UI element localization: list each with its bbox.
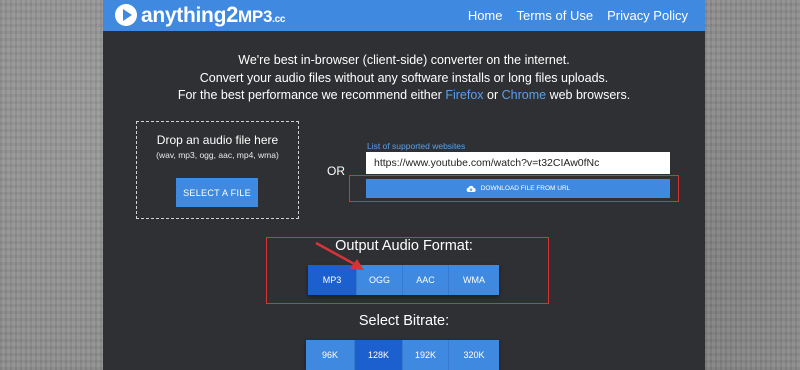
download-highlight-box <box>349 175 679 202</box>
intro-line-3-prefix: For the best performance we recommend ei… <box>177 88 442 102</box>
logo-number: 2 <box>226 2 239 27</box>
intro-line-3: For the best performance we recommend ei… <box>103 87 705 105</box>
select-file-button[interactable]: SELECT A FILE <box>176 178 258 207</box>
bitrate-128k-button[interactable]: 128K <box>354 340 402 370</box>
navbar: anything2MP3.cc Home Terms of Use Privac… <box>103 0 705 31</box>
file-dropzone[interactable]: Drop an audio file here (wav, mp3, ogg, … <box>136 121 299 219</box>
red-arrow-icon <box>315 241 364 270</box>
supported-websites-link[interactable]: List of supported websites <box>367 141 465 151</box>
url-input[interactable] <box>366 152 670 174</box>
play-circle-icon <box>115 4 137 26</box>
or-label: OR <box>327 164 345 178</box>
bitrate-320k-button[interactable]: 320K <box>448 340 499 370</box>
chrome-link[interactable]: Chrome <box>502 88 546 102</box>
intro-line-1: We're best in-browser (client-side) conv… <box>238 53 570 67</box>
intro-line-3-suffix: web browsers. <box>549 88 631 102</box>
logo-main: anything <box>141 4 227 27</box>
nav-privacy-link[interactable]: Privacy Policy <box>607 8 688 23</box>
bitrate-96k-button[interactable]: 96K <box>306 340 354 370</box>
bitrate-title: Select Bitrate: <box>358 313 450 329</box>
intro-line-2: Convert your audio files without any sof… <box>199 70 609 85</box>
firefox-link[interactable]: Firefox <box>445 88 483 102</box>
nav-terms-link[interactable]: Terms of Use <box>517 8 594 23</box>
dropzone-title: Drop an audio file here <box>156 133 279 147</box>
intro-text: We're best in-browser (client-side) conv… <box>103 52 705 105</box>
dropzone-formats: (wav, mp3, ogg, aac, mp4, wma) <box>156 150 279 160</box>
nav-links: Home Terms of Use Privacy Policy <box>468 8 688 23</box>
intro-or-word: or <box>487 88 499 102</box>
logo[interactable]: anything2MP3.cc <box>115 2 285 28</box>
format-highlight-box <box>266 237 549 304</box>
logo-tld: .cc <box>272 14 286 25</box>
bitrate-group: 96K 128K 192K 320K <box>306 340 499 370</box>
nav-home-link[interactable]: Home <box>468 8 503 23</box>
logo-text: anything2MP3.cc <box>141 2 285 28</box>
logo-mp3: MP3 <box>238 7 273 26</box>
main-container: anything2MP3.cc Home Terms of Use Privac… <box>103 0 705 370</box>
bitrate-192k-button[interactable]: 192K <box>402 340 448 370</box>
